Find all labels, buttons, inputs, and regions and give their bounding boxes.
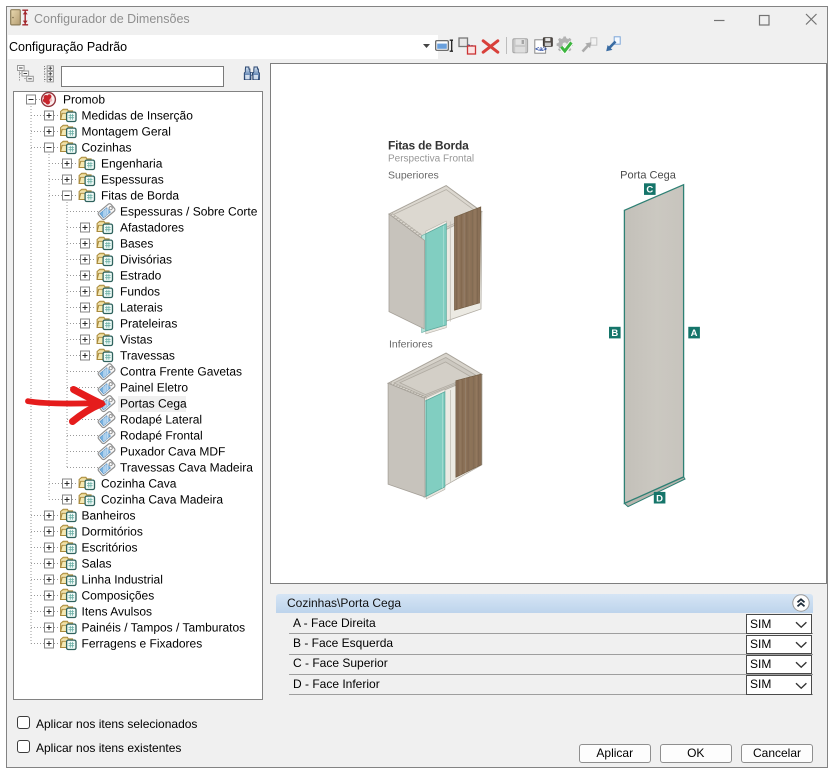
svg-text:Cozinha Cava: Cozinha Cava	[101, 477, 177, 491]
svg-text:Medidas de Inserção: Medidas de Inserção	[82, 109, 194, 123]
svg-text:Cozinhas: Cozinhas	[82, 141, 132, 155]
svg-text:Painel Eletro: Painel Eletro	[120, 381, 188, 395]
svg-text:Vistas: Vistas	[120, 333, 152, 347]
svg-text:Bases: Bases	[120, 237, 153, 251]
svg-text:Itens Avulsos: Itens Avulsos	[82, 605, 153, 619]
svg-text:Ferragens e Fixadores: Ferragens e Fixadores	[82, 637, 203, 651]
svg-text:Salas: Salas	[82, 557, 112, 571]
svg-text:Composições: Composições	[82, 589, 155, 603]
svg-text:Espessuras: Espessuras	[101, 173, 164, 187]
svg-text:Fundos: Fundos	[120, 285, 160, 299]
svg-text:Laterais: Laterais	[120, 301, 163, 315]
svg-text:B: B	[611, 328, 618, 339]
svg-text:Puxador Cava MDF: Puxador Cava MDF	[120, 445, 225, 459]
svg-text:Cozinha Cava Madeira: Cozinha Cava Madeira	[101, 493, 223, 507]
svg-text:Dormitórios: Dormitórios	[82, 525, 143, 539]
svg-text:A: A	[691, 328, 698, 339]
svg-text:Banheiros: Banheiros	[82, 509, 136, 523]
svg-text:Painéis / Tampos / Tamburatos: Painéis / Tampos / Tamburatos	[82, 621, 246, 635]
svg-text:Contra Frente Gavetas: Contra Frente Gavetas	[120, 365, 242, 379]
svg-text:Perspectiva Frontal: Perspectiva Frontal	[388, 154, 474, 165]
svg-text:Travessas: Travessas	[120, 349, 175, 363]
svg-text:Porta Cega: Porta Cega	[620, 170, 677, 182]
svg-text:Rodapé Lateral: Rodapé Lateral	[120, 413, 202, 427]
svg-text:Escritórios: Escritórios	[82, 541, 138, 555]
svg-text:Promob: Promob	[63, 93, 105, 107]
svg-text:Rodapé Frontal: Rodapé Frontal	[120, 429, 203, 443]
svg-text:Afastadores: Afastadores	[120, 221, 184, 235]
svg-text:Divisórias: Divisórias	[120, 253, 172, 267]
svg-text:Inferiores: Inferiores	[389, 339, 433, 351]
svg-text:D: D	[656, 493, 663, 504]
svg-text:C: C	[646, 185, 653, 196]
svg-text:Fitas de Borda: Fitas de Borda	[101, 189, 179, 203]
svg-text:<a>: <a>	[535, 46, 547, 53]
svg-text:Espessuras / Sobre Corte: Espessuras / Sobre Corte	[120, 205, 258, 219]
svg-text:Linha Industrial: Linha Industrial	[82, 573, 163, 587]
svg-text:Fitas de Borda: Fitas de Borda	[388, 139, 469, 153]
svg-text:Portas Cega: Portas Cega	[120, 397, 187, 411]
svg-text:Prateleiras: Prateleiras	[120, 317, 177, 331]
svg-text:Montagem Geral: Montagem Geral	[82, 125, 171, 139]
svg-text:Engenharia: Engenharia	[101, 157, 163, 171]
svg-text:Superiores: Superiores	[388, 170, 439, 182]
svg-text:Estrado: Estrado	[120, 269, 162, 283]
svg-text:Travessas Cava Madeira: Travessas Cava Madeira	[120, 461, 253, 475]
